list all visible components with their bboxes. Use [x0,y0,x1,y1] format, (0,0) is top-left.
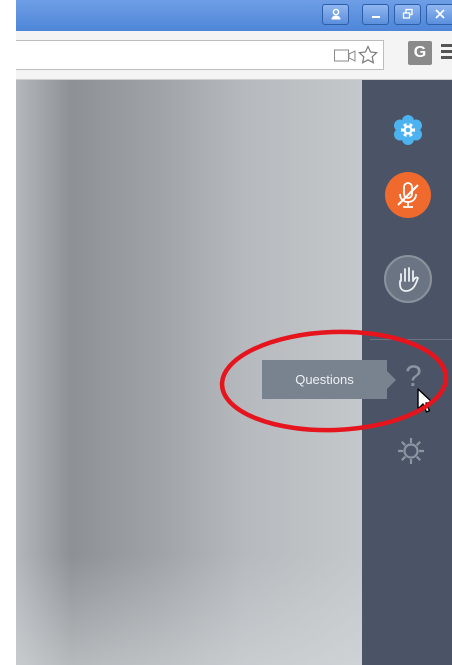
settings-gear-icon[interactable] [396,436,426,466]
window-titlebar [16,0,452,31]
close-icon [434,9,445,19]
extension-g-button[interactable]: G [408,41,432,65]
bookmark-star-icon[interactable] [358,45,378,65]
address-bar[interactable] [16,40,384,70]
muted-microphone-icon [397,182,419,208]
menu-icon[interactable] [441,44,452,62]
restore-button[interactable] [394,4,421,25]
minimize-icon [371,16,380,18]
person-icon [331,8,340,20]
minimize-button[interactable] [362,4,389,25]
camera-icon[interactable] [334,49,356,63]
hand-icon [399,267,419,292]
browser-toolbar: G [16,31,452,80]
restore-icon [402,8,413,19]
profile-button[interactable] [322,4,349,25]
annotation-ellipse [219,329,449,433]
close-button[interactable] [426,4,452,25]
raise-hand-button[interactable] [384,255,432,303]
flower-logo-icon[interactable] [392,114,424,146]
mute-microphone-button[interactable] [385,172,431,218]
